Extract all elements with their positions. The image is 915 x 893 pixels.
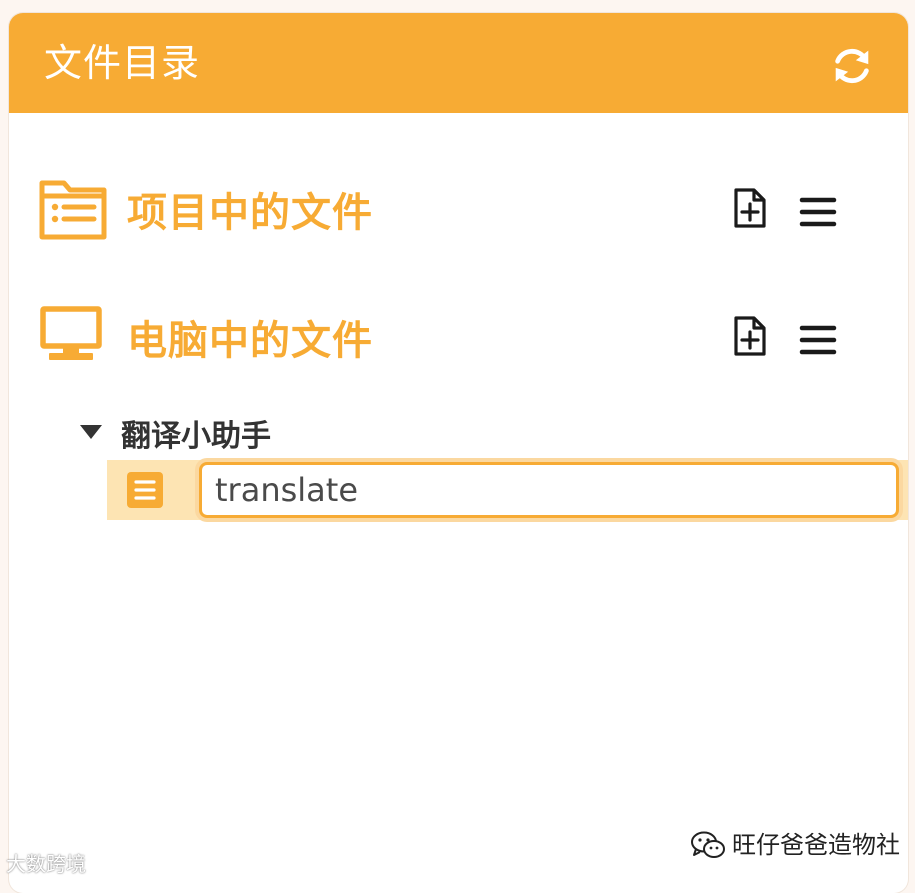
wechat-icon xyxy=(691,831,725,858)
document-icon xyxy=(127,472,163,508)
file-name-input[interactable] xyxy=(199,462,899,518)
folder-list-icon xyxy=(39,180,107,240)
panel-header: 文件目录 xyxy=(9,13,908,113)
section-title: 电脑中的文件 xyxy=(127,318,373,364)
tree-folder-label: 翻译小助手 xyxy=(121,419,271,454)
add-file-icon[interactable] xyxy=(729,187,771,229)
monitor-icon xyxy=(40,306,102,360)
section-title: 项目中的文件 xyxy=(127,190,373,236)
menu-icon[interactable] xyxy=(798,320,840,362)
panel-title: 文件目录 xyxy=(44,41,201,85)
section-computer-files[interactable]: 电脑中的文件 xyxy=(9,299,908,389)
section-project-files[interactable]: 项目中的文件 xyxy=(9,171,908,261)
watermark-right-text: 旺仔爸爸造物社 xyxy=(732,831,900,859)
new-file-row[interactable] xyxy=(107,460,908,520)
menu-icon[interactable] xyxy=(798,192,840,234)
add-file-icon[interactable] xyxy=(729,315,771,357)
caret-down-icon[interactable] xyxy=(79,423,103,441)
refresh-icon[interactable] xyxy=(829,43,875,89)
watermark-left: 大数跨境 xyxy=(6,852,86,876)
file-directory-panel: 文件目录 项目中的文件 电脑中的文件 翻译小助手 translate xyxy=(9,13,908,893)
